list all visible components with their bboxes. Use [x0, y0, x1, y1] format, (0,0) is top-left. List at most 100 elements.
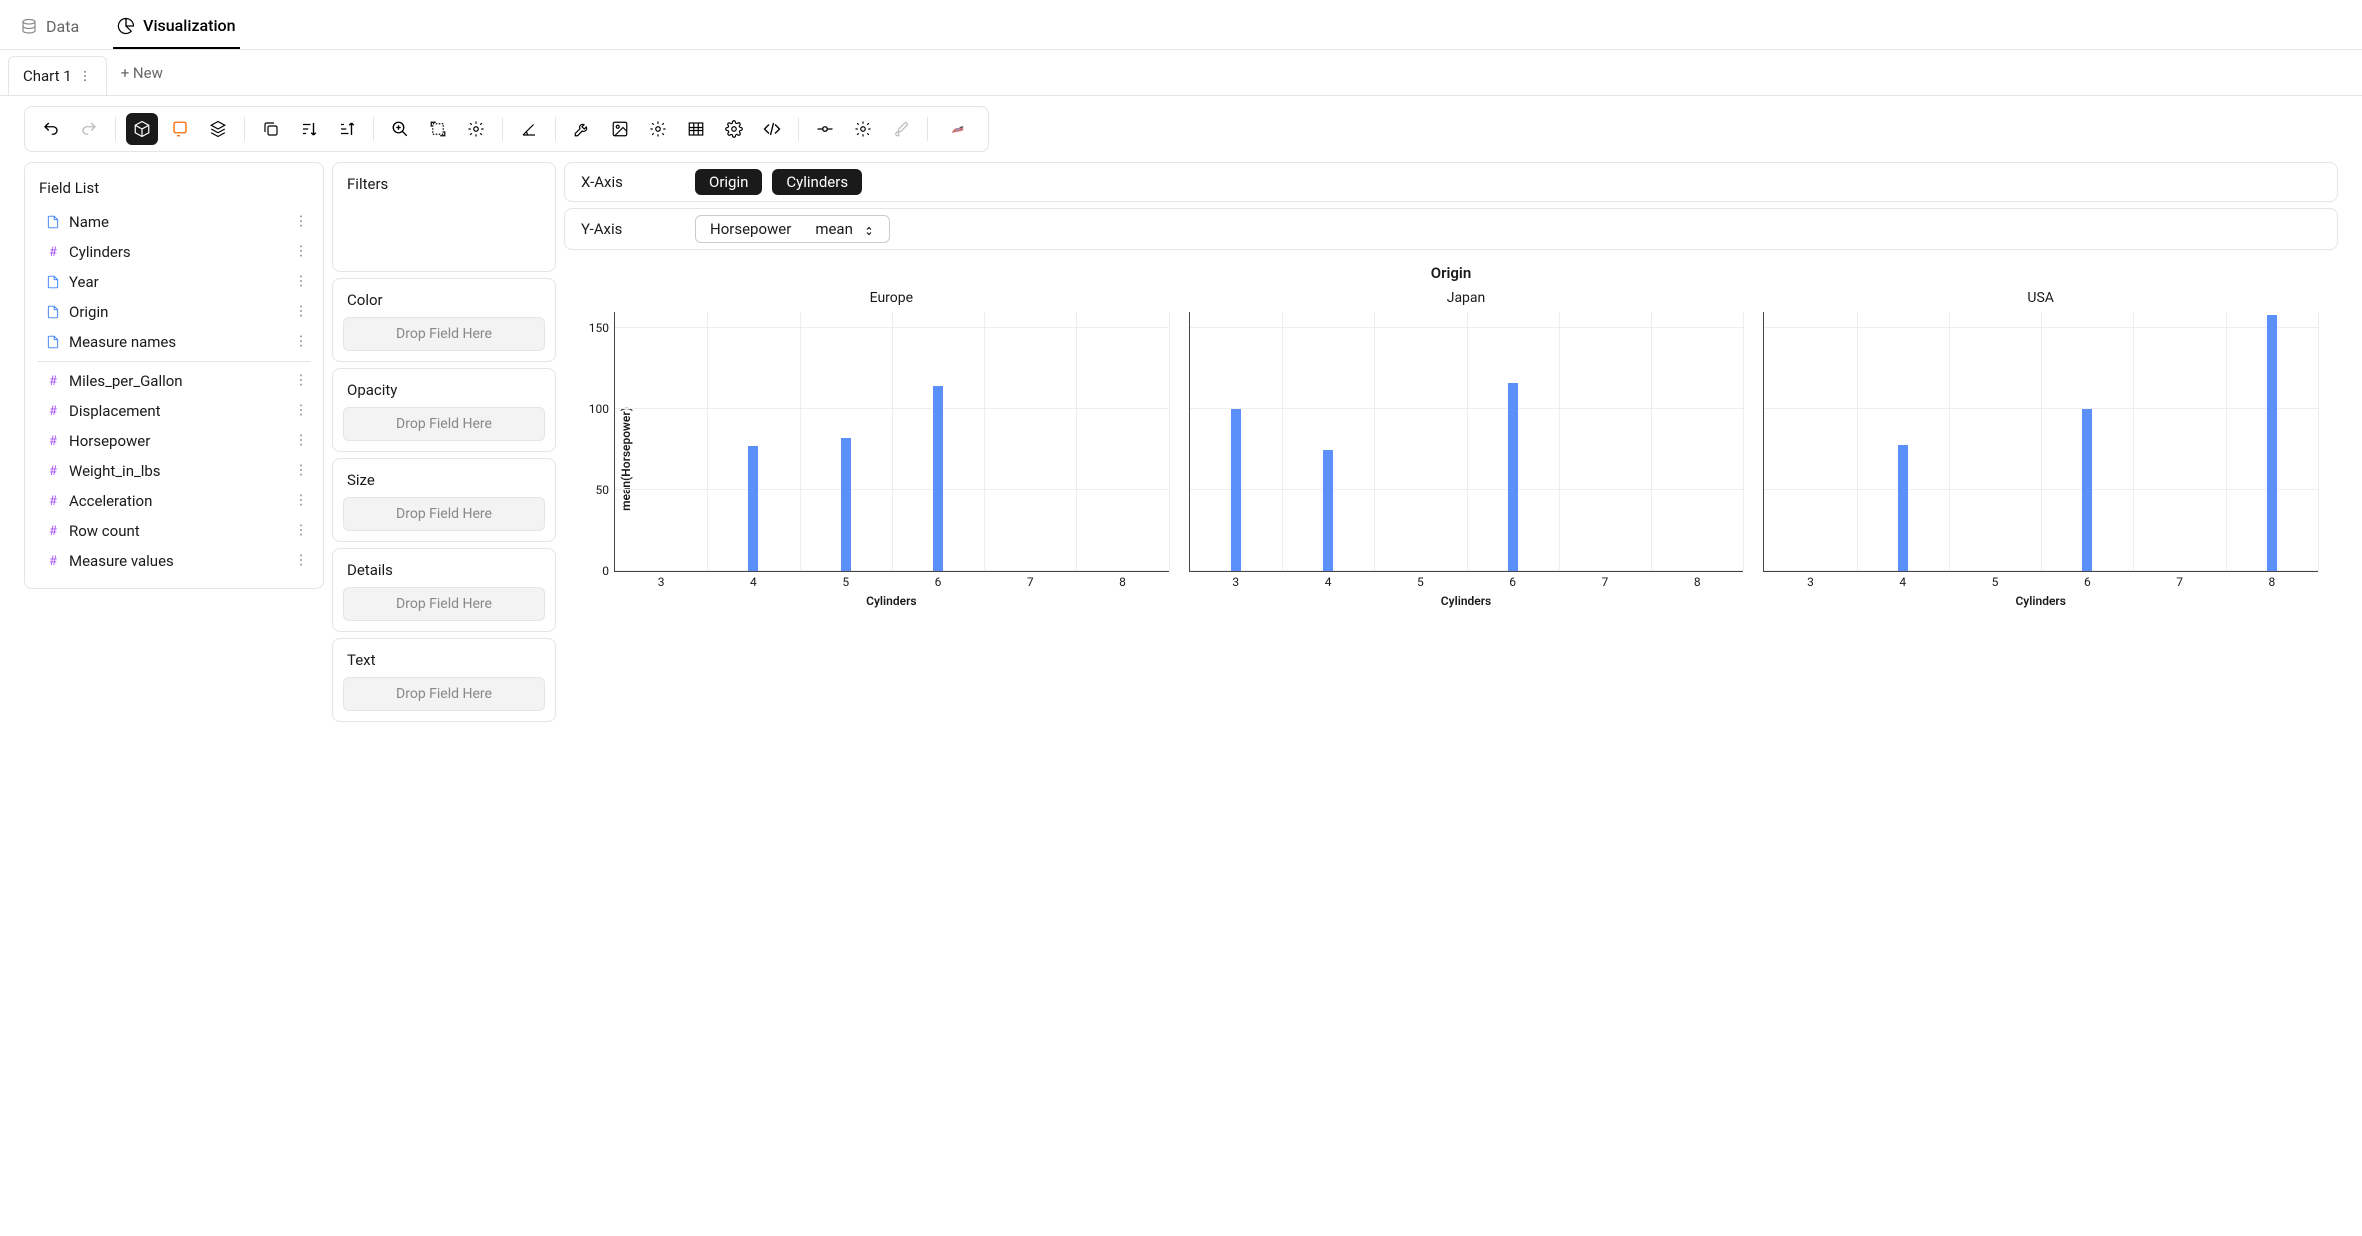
resize-button[interactable] — [422, 113, 454, 145]
hash-icon: # — [45, 523, 61, 539]
more-vertical-icon[interactable] — [293, 402, 311, 420]
sort-asc-button[interactable] — [293, 113, 325, 145]
chart-tab-1[interactable]: Chart 1 — [8, 56, 107, 95]
more-vertical-icon[interactable] — [293, 462, 311, 480]
field-name: Weight_in_lbs — [69, 462, 161, 480]
bar[interactable] — [748, 446, 758, 571]
x-tick: 3 — [1807, 571, 1814, 589]
text-dropzone[interactable]: Drop Field Here — [343, 677, 545, 711]
opacity-dropzone[interactable]: Drop Field Here — [343, 407, 545, 441]
filters-shelf[interactable]: Filters — [332, 162, 556, 272]
tab-visualization[interactable]: Visualization — [113, 8, 239, 49]
field-item-miles_per_gallon[interactable]: #Miles_per_Gallon — [25, 366, 323, 396]
bird-icon[interactable] — [938, 113, 978, 145]
bar[interactable] — [2267, 315, 2277, 571]
details-shelf[interactable]: Details Drop Field Here — [332, 548, 556, 632]
bar[interactable] — [1898, 445, 1908, 571]
field-item-origin[interactable]: Origin — [25, 297, 323, 327]
field-item-acceleration[interactable]: #Acceleration — [25, 486, 323, 516]
chart-tab-label: Chart 1 — [23, 67, 72, 85]
cube-button[interactable] — [126, 113, 158, 145]
bar[interactable] — [933, 386, 943, 571]
field-item-year[interactable]: Year — [25, 267, 323, 297]
size-shelf[interactable]: Size Drop Field Here — [332, 458, 556, 542]
field-item-displacement[interactable]: #Displacement — [25, 396, 323, 426]
color-dropzone[interactable]: Drop Field Here — [343, 317, 545, 351]
image-button[interactable] — [604, 113, 636, 145]
more-vertical-icon[interactable] — [293, 552, 311, 570]
color-shelf[interactable]: Color Drop Field Here — [332, 278, 556, 362]
tab-data[interactable]: Data — [16, 9, 83, 48]
facet-title: Origin — [564, 264, 2338, 282]
y-axis-row[interactable]: Y-Axis Horsepower mean — [564, 208, 2338, 250]
more-vertical-icon[interactable] — [293, 372, 311, 390]
more-vertical-icon[interactable] — [293, 273, 311, 291]
field-name: Acceleration — [69, 492, 152, 510]
field-item-name[interactable]: Name — [25, 207, 323, 237]
commit-settings-button[interactable] — [847, 113, 879, 145]
x-tick: 8 — [2269, 571, 2276, 589]
table-button[interactable] — [680, 113, 712, 145]
resize-settings-button[interactable] — [460, 113, 492, 145]
field-item-measure-values[interactable]: #Measure values — [25, 546, 323, 576]
text-label: Text — [343, 649, 545, 677]
more-vertical-icon[interactable] — [293, 492, 311, 510]
field-item-measure-names[interactable]: Measure names — [25, 327, 323, 357]
y-pill-horsepower[interactable]: Horsepower mean — [695, 215, 890, 243]
facet-label: Japan — [1189, 290, 1744, 306]
bar[interactable] — [841, 438, 851, 571]
details-dropzone[interactable]: Drop Field Here — [343, 587, 545, 621]
x-tick: 6 — [1509, 571, 1516, 589]
field-item-row-count[interactable]: # Row count — [25, 516, 323, 546]
bar[interactable] — [1323, 450, 1333, 571]
new-chart-button[interactable]: + New — [107, 54, 177, 92]
field-item-horsepower[interactable]: # Horsepower — [25, 426, 323, 456]
angle-button[interactable] — [513, 113, 545, 145]
x-pill-origin[interactable]: Origin — [695, 169, 762, 195]
x-tick: 3 — [1232, 571, 1239, 589]
field-name: Horsepower — [69, 432, 150, 450]
text-shelf[interactable]: Text Drop Field Here — [332, 638, 556, 722]
field-name: Year — [69, 273, 99, 291]
redo-button[interactable] — [73, 113, 105, 145]
image-settings-button[interactable] — [642, 113, 674, 145]
x-axis-title: Cylinders — [614, 594, 1169, 608]
hash-icon: # — [45, 553, 61, 569]
bar[interactable] — [2082, 409, 2092, 571]
field-item-weight_in_lbs[interactable]: #Weight_in_lbs — [25, 456, 323, 486]
note-button[interactable] — [164, 113, 196, 145]
filters-label: Filters — [343, 173, 545, 201]
sort-desc-button[interactable] — [331, 113, 363, 145]
more-vertical-icon[interactable] — [293, 522, 311, 540]
undo-button[interactable] — [35, 113, 67, 145]
more-vertical-icon[interactable] — [78, 69, 92, 83]
more-vertical-icon[interactable] — [293, 243, 311, 261]
file-icon — [45, 334, 61, 350]
y-tick: 50 — [596, 483, 616, 497]
bar[interactable] — [1508, 383, 1518, 571]
commit-button[interactable] — [809, 113, 841, 145]
more-vertical-icon[interactable] — [293, 213, 311, 231]
bar[interactable] — [1231, 409, 1241, 571]
field-name: Row count — [69, 522, 140, 540]
more-vertical-icon[interactable] — [293, 333, 311, 351]
opacity-shelf[interactable]: Opacity Drop Field Here — [332, 368, 556, 452]
size-dropzone[interactable]: Drop Field Here — [343, 497, 545, 531]
wrench-button[interactable] — [566, 113, 598, 145]
more-vertical-icon[interactable] — [293, 432, 311, 450]
x-tick: 6 — [2084, 571, 2091, 589]
layers-button[interactable] — [202, 113, 234, 145]
more-vertical-icon[interactable] — [293, 303, 311, 321]
field-name: Cylinders — [69, 243, 131, 261]
zoom-in-button[interactable] — [384, 113, 416, 145]
hash-icon: # — [45, 433, 61, 449]
settings-button[interactable] — [718, 113, 750, 145]
copy-button[interactable] — [255, 113, 287, 145]
brush-button[interactable] — [885, 113, 917, 145]
x-tick: 8 — [1119, 571, 1126, 589]
code-button[interactable] — [756, 113, 788, 145]
field-item-cylinders[interactable]: #Cylinders — [25, 237, 323, 267]
y-tick: 100 — [589, 402, 615, 416]
x-axis-row[interactable]: X-Axis Origin Cylinders — [564, 162, 2338, 202]
x-pill-cylinders[interactable]: Cylinders — [772, 169, 862, 195]
